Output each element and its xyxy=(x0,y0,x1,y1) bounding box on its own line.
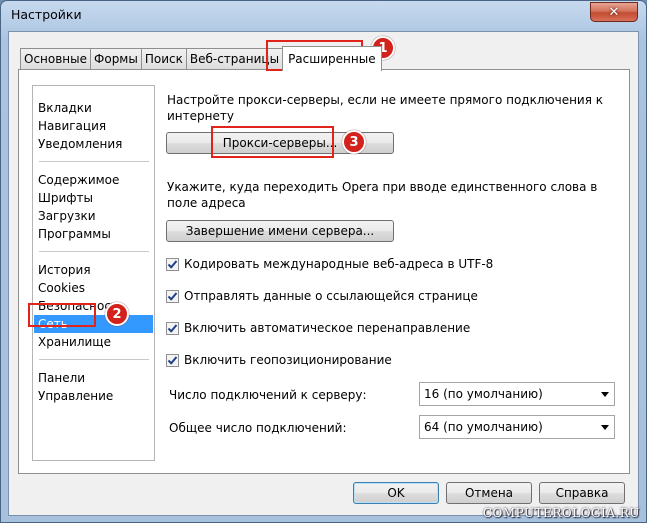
checkbox-row-utf8[interactable]: Кодировать международные веб-адреса в UT… xyxy=(166,256,493,272)
connections-per-server-label: Число подключений к серверу: xyxy=(169,388,367,402)
checkmark-icon xyxy=(167,323,178,333)
total-connections-label: Общее число подключений: xyxy=(169,421,347,435)
sidebar-item-content[interactable]: Содержимое xyxy=(34,171,153,189)
title-bar[interactable]: Настройки ✕ xyxy=(1,1,646,29)
sidebar-separator xyxy=(39,251,149,252)
server-name-description-line1: Укажите, куда переходить Opera при вводе… xyxy=(167,180,598,194)
tab-forms[interactable]: Формы xyxy=(90,48,142,70)
close-button[interactable]: ✕ xyxy=(590,2,638,22)
checkmark-icon xyxy=(167,291,178,301)
tab-advanced[interactable]: Расширенные xyxy=(282,46,382,71)
checkbox-referrer[interactable] xyxy=(166,289,179,303)
sidebar-item-storage[interactable]: Хранилище xyxy=(34,333,153,351)
highlight-proxy-button xyxy=(211,126,334,158)
select-value: 64 (по умолчанию) xyxy=(424,420,543,434)
step-marker-3: 3 xyxy=(342,130,366,154)
checkmark-icon xyxy=(167,355,178,365)
dropdown-arrow-icon xyxy=(601,392,609,397)
checkbox-row-geolocation[interactable]: Включить геопозиционирование xyxy=(166,352,392,368)
checkbox-row-referrer[interactable]: Отправлять данные о ссылающейся странице xyxy=(166,288,478,304)
total-connections-select[interactable]: 64 (по умолчанию) xyxy=(419,415,615,439)
cancel-button[interactable]: Отмена xyxy=(446,482,532,504)
tab-strip: Основные Формы Поиск Веб-страницы Расшир… xyxy=(20,46,382,71)
checkbox-label: Кодировать международные веб-адреса в UT… xyxy=(184,257,494,271)
select-value: 16 (по умолчанию) xyxy=(424,387,543,401)
sidebar-item-downloads[interactable]: Загрузки xyxy=(34,207,153,225)
ok-button[interactable]: OK xyxy=(353,482,439,504)
sidebar-separator xyxy=(39,359,149,360)
close-icon: ✕ xyxy=(608,4,620,20)
settings-window: Настройки ✕ Основные Формы Поиск Веб-стр… xyxy=(0,0,647,523)
category-list: Вкладки Навигация Уведомления Содержимое… xyxy=(32,85,155,461)
tab-general[interactable]: Основные xyxy=(20,48,92,70)
proxy-description-line1: Настройте прокси-серверы, если не имеете… xyxy=(167,93,604,107)
sidebar-item-navigation[interactable]: Навигация xyxy=(34,117,153,135)
sidebar-item-programs[interactable]: Программы xyxy=(34,225,153,243)
proxy-description: Настройте прокси-серверы, если не имеете… xyxy=(167,92,603,124)
checkmark-icon xyxy=(167,259,178,269)
server-name-description-line2: поле адреса xyxy=(167,196,246,210)
tab-search[interactable]: Поиск xyxy=(140,48,187,70)
checkbox-row-redirect[interactable]: Включить автоматическое перенаправление xyxy=(166,320,470,336)
window-title: Настройки xyxy=(11,7,82,22)
server-name-description: Укажите, куда переходить Opera при вводе… xyxy=(167,179,597,211)
checkbox-label: Включить автоматическое перенаправление xyxy=(184,321,471,335)
sidebar-item-toolbars[interactable]: Панели xyxy=(34,369,153,387)
checkbox-redirect[interactable] xyxy=(166,321,179,335)
help-button[interactable]: Справка xyxy=(539,482,625,504)
dropdown-arrow-icon xyxy=(601,425,609,430)
sidebar-item-history[interactable]: История xyxy=(34,261,153,279)
sidebar-item-management[interactable]: Управление xyxy=(34,387,153,405)
highlight-network-item xyxy=(28,303,96,327)
sidebar-item-cookies[interactable]: Cookies xyxy=(34,279,153,297)
sidebar-item-notifications[interactable]: Уведомления xyxy=(34,135,153,153)
checkbox-label: Отправлять данные о ссылающейся странице xyxy=(184,289,478,303)
watermark-text: COMPUTEROLOGIA.RU xyxy=(482,506,640,520)
checkbox-utf8[interactable] xyxy=(166,257,179,271)
server-name-completion-button[interactable]: Завершение имени сервера... xyxy=(166,220,394,242)
step-marker-2: 2 xyxy=(105,302,129,326)
dialog-client-area: Основные Формы Поиск Веб-страницы Расшир… xyxy=(8,31,639,516)
proxy-description-line2: интернету xyxy=(167,109,234,123)
checkbox-label: Включить геопозиционирование xyxy=(184,353,392,367)
connections-per-server-select[interactable]: 16 (по умолчанию) xyxy=(419,382,615,406)
checkbox-geolocation[interactable] xyxy=(166,353,179,367)
sidebar-separator xyxy=(39,161,149,162)
sidebar-item-fonts[interactable]: Шрифты xyxy=(34,189,153,207)
sidebar-item-tabs[interactable]: Вкладки xyxy=(34,99,153,117)
